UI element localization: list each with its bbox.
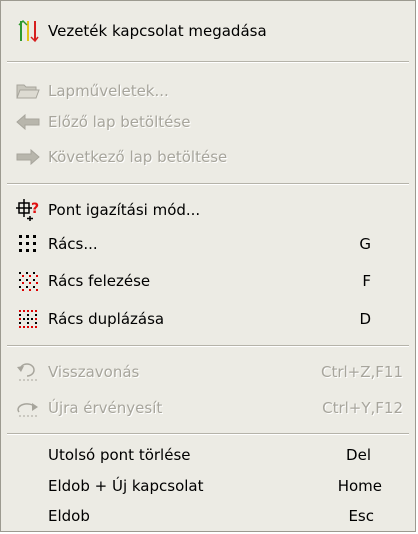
menu-item-grid-halve[interactable]: Rács felezése F (5, 265, 411, 296)
menu-item-delete-last-point[interactable]: Utolsó pont törlése Del (5, 439, 411, 470)
menu-item-label: Eldob + Új kapcsolat (48, 476, 204, 495)
menu-item-label: Pont igazítási mód... (48, 200, 201, 219)
menu-item-label: Eldob (48, 506, 90, 525)
menu-item-page-operations[interactable]: Lapműveletek... (5, 75, 411, 106)
arrow-right-icon (15, 145, 41, 169)
menu-item-point-snap-mode[interactable]: ? Pont igazítási mód... (5, 194, 411, 225)
folder-open-icon (15, 79, 41, 103)
menu-item-shortcut: Home (337, 476, 382, 495)
menu-item-grid[interactable]: Rács... G (5, 228, 411, 259)
svg-text:?: ? (31, 201, 39, 217)
menu-item-discard[interactable]: Eldob Esc (5, 500, 411, 531)
menu-item-shortcut: Ctrl+Y,F12 (322, 398, 403, 417)
menu-item-label: Vezeték kapcsolat megadása (48, 21, 267, 40)
menu-item-label: Rács felezése (48, 271, 151, 290)
grid-double-icon (15, 307, 41, 331)
menu-item-label: Visszavonás (48, 362, 140, 381)
menu-item-next-page[interactable]: Következő lap betöltése (5, 141, 411, 172)
menu-item-previous-page[interactable]: Előző lap betöltése (5, 106, 411, 137)
context-menu: Vezeték kapcsolat megadása Lapműveletek.… (0, 0, 416, 532)
menu-item-label: Következő lap betöltése (48, 147, 228, 166)
menu-separator (7, 433, 409, 435)
menu-item-label: Rács duplázása (48, 309, 165, 328)
wire-connection-icon (15, 19, 41, 43)
menu-item-wire-connection[interactable]: Vezeték kapcsolat megadása (5, 15, 411, 46)
grid-icon (15, 232, 41, 256)
grid-halve-icon (15, 269, 41, 293)
menu-item-shortcut: Del (346, 445, 371, 464)
menu-separator (7, 345, 409, 347)
menu-item-shortcut: D (359, 309, 371, 328)
menu-item-shortcut: Esc (348, 506, 374, 525)
menu-separator (7, 183, 409, 185)
menu-item-discard-new-connection[interactable]: Eldob + Új kapcsolat Home (5, 470, 411, 501)
menu-item-label: Újra érvényesít (48, 398, 163, 417)
menu-separator (7, 61, 409, 63)
redo-icon (15, 396, 41, 420)
menu-item-undo[interactable]: Visszavonás Ctrl+Z,F11 (5, 356, 411, 387)
menu-item-shortcut: G (359, 234, 371, 253)
menu-item-label: Lapműveletek... (48, 81, 169, 100)
point-snap-mode-icon: ? (15, 198, 41, 222)
arrow-left-icon (15, 110, 41, 134)
menu-item-label: Utolsó pont törlése (48, 445, 191, 464)
menu-item-shortcut: F (362, 271, 371, 290)
menu-item-label: Előző lap betöltése (48, 112, 191, 131)
menu-item-shortcut: Ctrl+Z,F11 (320, 362, 403, 381)
undo-icon (15, 360, 41, 384)
menu-item-label: Rács... (48, 234, 98, 253)
menu-item-grid-double[interactable]: Rács duplázása D (5, 303, 411, 334)
menu-item-redo[interactable]: Újra érvényesít Ctrl+Y,F12 (5, 392, 411, 423)
